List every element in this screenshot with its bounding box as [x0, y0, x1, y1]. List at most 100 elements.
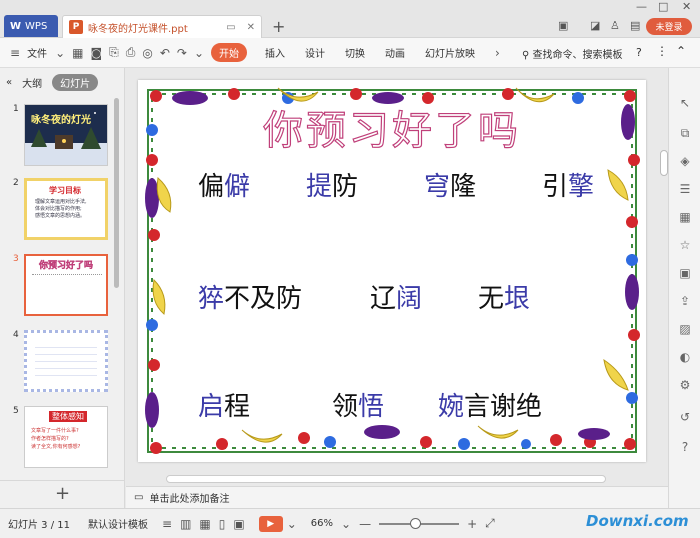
tab-insert[interactable]: 插入	[265, 45, 285, 60]
add-slide-button[interactable]: +	[0, 480, 125, 508]
word-char: 防	[332, 172, 359, 202]
add-tab-icon[interactable]: +	[272, 17, 285, 36]
thumbnail-scrollbar[interactable]	[114, 98, 119, 288]
reading-view-icon[interactable]: ▯	[219, 517, 226, 531]
slide-thumb-2[interactable]: 2 学习目标 理解文章运用对比手法, 体会对比描写的作用; 感悟文章的思想内涵。	[0, 178, 118, 244]
settings-icon[interactable]: ⚙	[678, 378, 692, 392]
help-circle-icon[interactable]: ?	[678, 440, 692, 454]
word-qionglong: 穹隆	[424, 166, 476, 203]
shape-icon[interactable]: ◈	[678, 154, 692, 168]
audio-icon[interactable]: ◐	[678, 350, 692, 364]
document-tab[interactable]: P 咏冬夜的灯光课件.ppt ▭ ✕	[62, 15, 262, 38]
redo-icon[interactable]: ↷	[177, 46, 187, 60]
word-lingwu: 领悟	[332, 386, 384, 423]
thumb-text-lines	[35, 341, 97, 381]
thumb-number: 2	[13, 178, 19, 188]
vertical-scrollbar[interactable]	[660, 150, 668, 176]
slide-thumb-1[interactable]: 1 咏冬夜的灯光	[0, 104, 118, 170]
history-icon[interactable]: ↺	[678, 410, 692, 424]
right-tool-rail: ↖ ⧉ ◈ ☰ ▦ ☆ ▣ ⇪ ▨ ◐ ⚙ ↺ ?	[668, 68, 700, 508]
wps-tab-label: WPS	[25, 20, 48, 32]
tab-transition[interactable]: 切换	[345, 45, 365, 60]
slide-thumb-5[interactable]: 5 整体感知 文章写了一件什么事? 作者怎样描写的? 读了全文,你有何感想?	[0, 406, 118, 472]
tab-outline[interactable]: 大纲	[22, 75, 42, 90]
login-button[interactable]: 未登录	[646, 18, 692, 35]
tab-slideshow[interactable]: 幻灯片放映	[425, 45, 475, 60]
word-tifang: 提防	[306, 166, 358, 203]
word-char: 偏	[198, 172, 225, 202]
shirt-icon[interactable]: ♙	[610, 19, 620, 32]
horizontal-scrollbar[interactable]	[166, 475, 606, 483]
word-char: 引	[542, 172, 569, 202]
close-tab-icon[interactable]: ✕	[247, 22, 255, 33]
notes-toggle-icon[interactable]: ≡	[162, 517, 172, 531]
slide-3[interactable]: 你预习好了吗 偏僻 提防 穹隆 引擎 猝不及防 辽阔 无垠 启程 领悟 婉言谢绝	[138, 80, 646, 462]
menu-icon[interactable]: ≡	[10, 46, 20, 60]
more-options-icon[interactable]: ⋮	[656, 44, 668, 58]
image-icon[interactable]: ▨	[678, 322, 692, 336]
sorter-view-icon[interactable]: ▦	[199, 517, 210, 531]
presentation-file-icon: P	[69, 20, 83, 34]
screen-icon[interactable]: ▭	[226, 22, 235, 33]
minimize-icon[interactable]: —	[636, 0, 647, 13]
undo-icon[interactable]: ↶	[160, 46, 170, 60]
tab-slides[interactable]: 幻灯片	[52, 73, 99, 91]
open-icon[interactable]: ◙	[90, 46, 102, 60]
slide-thumb-4[interactable]: 4	[0, 330, 118, 396]
word-highlight-char: 提	[306, 172, 333, 202]
notification-icon[interactable]: ▤	[630, 19, 640, 32]
thumb-number: 3	[13, 254, 19, 264]
export-pdf-icon[interactable]: ⎘	[109, 45, 119, 60]
zoom-menu-icon[interactable]: ⌄	[341, 517, 351, 531]
play-slideshow-button[interactable]: ▶	[258, 515, 283, 532]
properties-icon[interactable]: ☰	[678, 182, 692, 196]
chevron-down-icon[interactable]: ⌄	[55, 46, 65, 60]
thumb-preview: 你预习好了吗	[24, 254, 108, 316]
zoom-level[interactable]: 66%	[311, 518, 333, 529]
word-wuyin: 无垠	[478, 278, 530, 315]
pointer-icon[interactable]: ↖	[678, 96, 692, 110]
notes-bar[interactable]: ▭ 单击此处添加备注	[126, 486, 668, 508]
share-icon[interactable]: ⇪	[678, 294, 692, 308]
tab-animation[interactable]: 动画	[385, 45, 405, 60]
star-icon[interactable]: ☆	[678, 238, 692, 252]
word-char: 辽	[370, 284, 397, 314]
window-layout-icon[interactable]: ▣	[558, 19, 568, 32]
more-icon[interactable]: ⌄	[194, 46, 204, 60]
skin-icon[interactable]: ◪	[590, 19, 600, 32]
wps-home-tab[interactable]: W WPS	[4, 15, 58, 37]
file-menu[interactable]: 文件	[27, 45, 47, 60]
maximize-icon[interactable]: □	[658, 0, 668, 13]
zoom-in-icon[interactable]: +	[467, 517, 477, 531]
tab-start[interactable]: 开始	[211, 43, 248, 62]
thumb-number: 4	[13, 330, 19, 340]
template-name[interactable]: 默认设计模板	[88, 516, 148, 531]
copy-style-icon[interactable]: ⧉	[678, 126, 692, 140]
preview-icon[interactable]: ◎	[142, 46, 152, 60]
collapse-ribbon-icon[interactable]: ⌃	[676, 44, 686, 58]
help-icon[interactable]: ?	[636, 46, 642, 59]
zoom-slider[interactable]	[379, 517, 460, 529]
thumb-text-lines	[32, 274, 102, 310]
slide-thumb-3[interactable]: 3 你预习好了吗	[0, 254, 118, 320]
save-icon[interactable]: ▦	[72, 46, 83, 60]
normal-view-icon[interactable]: ▥	[180, 517, 191, 531]
fit-window-icon[interactable]: ⤢	[485, 516, 495, 531]
record-icon[interactable]: ▣	[233, 517, 244, 531]
zoom-out-icon[interactable]: —	[359, 517, 371, 531]
box-icon[interactable]: ▣	[678, 266, 692, 280]
zoom-slider-knob[interactable]	[410, 517, 422, 529]
slide-title: 你预习好了吗	[262, 107, 521, 154]
play-options-icon[interactable]: ⌄	[287, 517, 297, 531]
command-search[interactable]: ⚲ 查找命令、搜索模板	[522, 46, 623, 61]
print-icon[interactable]: ⎙	[126, 45, 136, 60]
panel-header: « 大纲 幻灯片	[0, 68, 124, 96]
word-highlight-char: 穹	[424, 172, 451, 202]
ribbon-toolbar: ≡ 文件 ⌄ ▦ ◙ ⎘ ⎙ ◎ ↶ ↷ ⌄ 开始 插入 设计 切换 动画 幻灯…	[0, 38, 700, 68]
collapse-panel-icon[interactable]: «	[6, 77, 12, 88]
template-icon[interactable]: ▦	[678, 210, 692, 224]
ribbon-scroll-icon[interactable]: ›	[495, 46, 500, 60]
close-window-icon[interactable]: ✕	[682, 0, 691, 13]
thumb-title: 学习目标	[49, 186, 81, 195]
tab-design[interactable]: 设计	[305, 45, 325, 60]
